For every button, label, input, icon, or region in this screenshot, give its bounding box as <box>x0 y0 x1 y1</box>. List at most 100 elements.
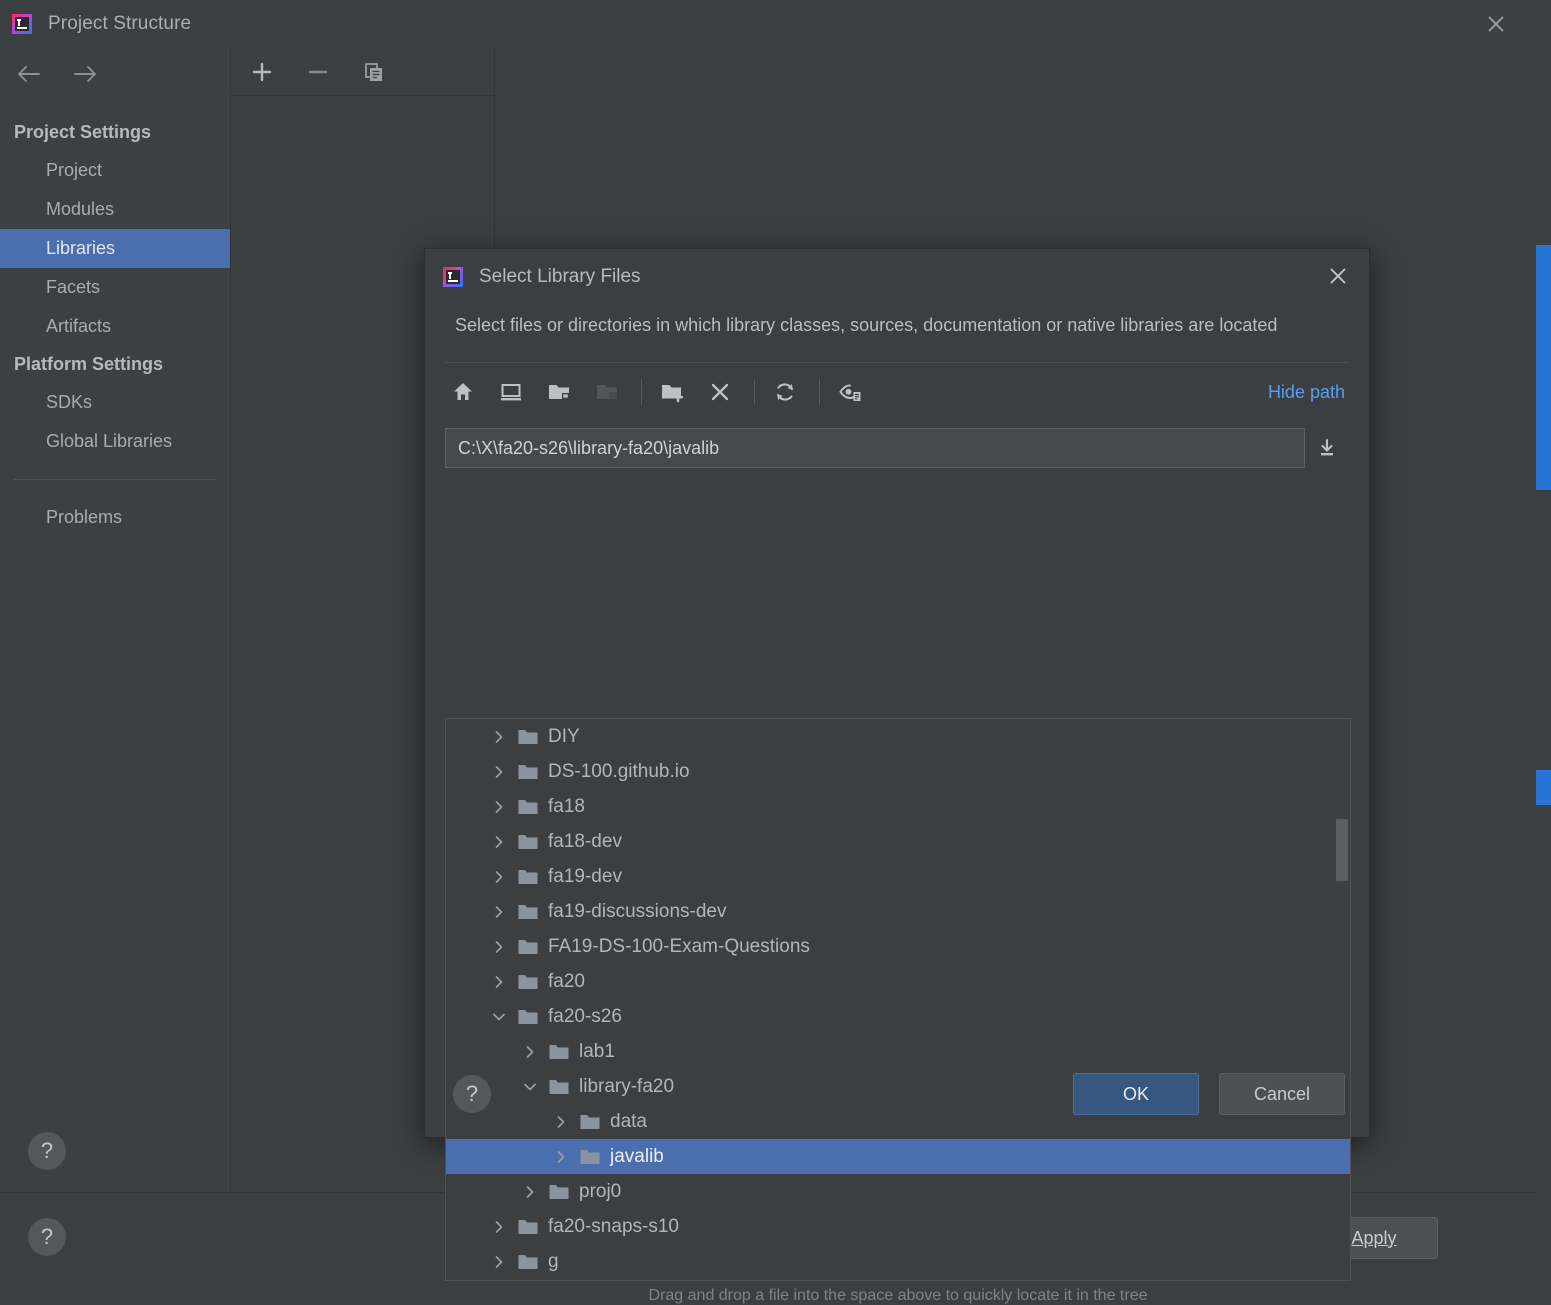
tree-row[interactable]: fa20-s26 <box>446 999 1350 1034</box>
help-icon[interactable]: ? <box>28 1132 66 1170</box>
folder-icon <box>518 869 538 885</box>
sidebar-item-global-libraries[interactable]: Global Libraries <box>0 422 230 461</box>
folder-icon <box>518 939 538 955</box>
folder-icon <box>549 1184 569 1200</box>
chevron-right-icon[interactable] <box>488 796 510 818</box>
intellij-idea-logo-icon <box>12 14 32 34</box>
tree-row[interactable]: fa18 <box>446 789 1350 824</box>
chevron-right-icon[interactable] <box>488 831 510 853</box>
sidebar-item-modules[interactable]: Modules <box>0 190 230 229</box>
help-icon[interactable]: ? <box>453 1075 491 1113</box>
minus-icon[interactable] <box>303 57 333 87</box>
sidebar-item-project[interactable]: Project <box>0 151 230 190</box>
copy-icon[interactable] <box>359 57 389 87</box>
tree-row-label: javalib <box>610 1145 664 1167</box>
select-library-files-dialog: Select Library Files Select files or dir… <box>424 248 1370 1304</box>
dialog-description: Select files or directories in which lib… <box>455 315 1278 335</box>
tree-row-label: fa18-dev <box>548 830 622 852</box>
tree-row-label: fa18 <box>548 795 585 817</box>
chevron-right-icon[interactable] <box>488 971 510 993</box>
tree-row-label: FA19-DS-100-Exam-Questions <box>548 935 810 957</box>
chevron-right-icon[interactable] <box>550 1146 572 1168</box>
arrow-right-icon[interactable] <box>68 57 102 91</box>
sidebar-group-project-settings: Project Settings <box>14 122 152 142</box>
tree-row[interactable]: fa20-snaps-s10 <box>446 1209 1350 1244</box>
project-structure-sidebar: Project Settings Project Modules Librari… <box>0 48 231 1192</box>
sidebar-item-problems[interactable]: Problems <box>0 498 230 537</box>
tree-row[interactable]: proj0 <box>446 1174 1350 1209</box>
project-structure-titlebar: Project Structure <box>0 0 1536 48</box>
chevron-right-icon[interactable] <box>488 1216 510 1238</box>
tree-row-label: proj0 <box>579 1180 622 1202</box>
tree-row[interactable]: fa20 <box>446 964 1350 999</box>
tree-row-label: fa19-discussions-dev <box>548 900 727 922</box>
home-icon[interactable] <box>445 374 481 410</box>
tree-row[interactable]: DIY <box>446 719 1350 754</box>
hide-path-link[interactable]: Hide path <box>1268 382 1345 403</box>
chevron-right-icon[interactable] <box>488 901 510 923</box>
tree-row-label: fa19-dev <box>548 865 622 887</box>
tree-row[interactable]: fa19-dev <box>446 859 1350 894</box>
folder-project-icon[interactable] <box>541 374 577 410</box>
ok-button[interactable]: OK <box>1073 1073 1199 1115</box>
show-hidden-files-icon[interactable] <box>832 374 868 410</box>
chevron-down-icon[interactable] <box>488 1006 510 1028</box>
tree-row-label: g <box>548 1250 559 1272</box>
folder-icon <box>518 834 538 850</box>
file-tree-container[interactable]: DIY DS-100.github.io fa18 fa18-dev fa19-dev f… <box>445 718 1351 1281</box>
apply-button-label: Apply <box>1351 1227 1397 1248</box>
download-icon[interactable] <box>1305 428 1349 468</box>
sidebar-items-list: Project Settings Project Modules Librari… <box>0 100 230 537</box>
file-tree-scrollbar[interactable] <box>1336 819 1348 881</box>
file-chooser-toolbar: Hide path <box>425 363 1369 421</box>
folder-icon <box>518 764 538 780</box>
dialog-titlebar: Select Library Files <box>425 249 1369 305</box>
arrow-left-icon[interactable] <box>12 57 46 91</box>
folder-icon <box>518 974 538 990</box>
dialog-title: Select Library Files <box>479 266 641 287</box>
folder-add-icon[interactable] <box>654 374 690 410</box>
chevron-right-icon[interactable] <box>488 1251 510 1273</box>
sidebar-nav-arrows <box>0 48 230 100</box>
tree-row-label: fa20 <box>548 970 585 992</box>
sidebar-divider <box>14 479 216 480</box>
chevron-right-icon[interactable] <box>488 761 510 783</box>
folder-module-icon <box>589 374 625 410</box>
help-icon[interactable]: ? <box>28 1218 66 1256</box>
intellij-idea-logo-icon <box>443 267 463 287</box>
desktop-icon[interactable] <box>493 374 529 410</box>
plus-icon[interactable] <box>247 57 277 87</box>
chevron-right-icon[interactable] <box>488 936 510 958</box>
refresh-icon[interactable] <box>767 374 803 410</box>
tree-row[interactable]: g <box>446 1244 1350 1279</box>
sidebar-item-artifacts[interactable]: Artifacts <box>0 307 230 346</box>
chevron-right-icon[interactable] <box>488 866 510 888</box>
folder-icon <box>518 904 538 920</box>
delete-x-icon[interactable] <box>702 374 738 410</box>
path-input[interactable] <box>445 428 1305 468</box>
toolbar-divider <box>819 379 820 405</box>
folder-icon <box>518 1254 538 1270</box>
cancel-button[interactable]: Cancel <box>1219 1073 1345 1115</box>
project-structure-title: Project Structure <box>48 13 192 34</box>
chevron-right-icon[interactable] <box>519 1181 541 1203</box>
tree-row[interactable]: fa18-dev <box>446 824 1350 859</box>
tree-row-label: DIY <box>548 725 580 747</box>
tree-row[interactable]: DS-100.github.io <box>446 754 1350 789</box>
close-icon[interactable] <box>1472 0 1520 48</box>
sidebar-item-sdks[interactable]: SDKs <box>0 383 230 422</box>
tree-row[interactable]: fa19-discussions-dev <box>446 894 1350 929</box>
sidebar-group-platform-settings: Platform Settings <box>14 354 164 374</box>
chevron-right-icon[interactable] <box>488 726 510 748</box>
tree-row[interactable]: FA19-DS-100-Exam-Questions <box>446 929 1350 964</box>
folder-icon <box>518 729 538 745</box>
path-row <box>425 421 1369 475</box>
sidebar-item-libraries[interactable]: Libraries <box>0 229 230 268</box>
library-list-toolbar <box>231 48 494 96</box>
tree-row[interactable]: javalib <box>446 1139 1350 1174</box>
close-icon[interactable] <box>1317 255 1359 297</box>
sidebar-item-facets[interactable]: Facets <box>0 268 230 307</box>
folder-icon <box>518 799 538 815</box>
file-tree: DIY DS-100.github.io fa18 fa18-dev fa19-dev f… <box>446 719 1350 1279</box>
toolbar-divider <box>641 379 642 405</box>
